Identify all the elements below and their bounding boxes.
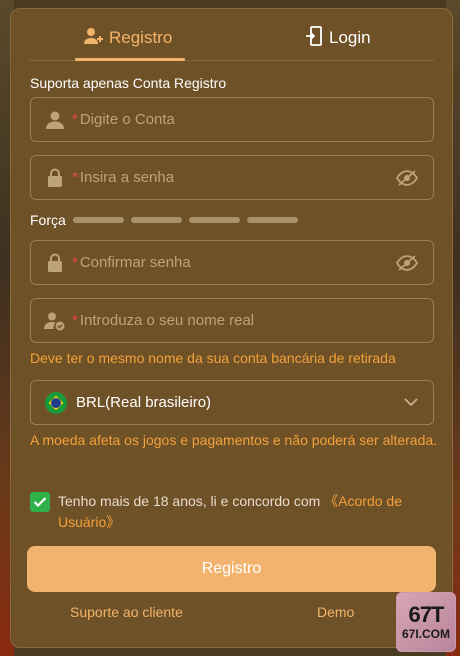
tab-login-label: Login [329, 28, 371, 47]
account-input[interactable] [77, 98, 433, 141]
chevron-down-icon [403, 395, 419, 411]
confirm-password-field[interactable]: * [30, 240, 434, 285]
strength-bar [73, 217, 124, 223]
badge-logo-text: 67T [408, 602, 445, 627]
site-logo-badge[interactable]: 67T 67I.COM [396, 592, 456, 652]
demo-link[interactable]: Demo [317, 604, 354, 620]
realname-field[interactable]: * [30, 298, 434, 343]
password-input[interactable] [77, 156, 394, 199]
currency-hint: A moeda afeta os jogos e pagamentos e nã… [30, 432, 438, 448]
tab-login[interactable]: Login [305, 23, 371, 53]
brazil-flag-icon [45, 391, 67, 414]
customer-support-link[interactable]: Suporte ao cliente [70, 604, 183, 620]
lock-icon [44, 167, 66, 189]
auth-tabs: Registro Login [29, 9, 434, 61]
strength-label: Força [30, 212, 66, 228]
strength-meter [73, 217, 298, 223]
strength-bar [189, 217, 240, 223]
eye-off-icon[interactable] [394, 167, 420, 189]
door-exit-icon [305, 25, 323, 51]
strength-bar [247, 217, 298, 223]
user-plus-icon [83, 26, 103, 51]
lock-icon [44, 252, 66, 274]
tab-register[interactable]: Registro [83, 23, 172, 53]
agree-checkbox[interactable] [30, 492, 50, 512]
eye-off-icon[interactable] [394, 252, 420, 274]
strength-bar [131, 217, 182, 223]
agreement-label: Tenho mais de 18 anos, li e concordo com [58, 493, 325, 509]
user-check-icon [44, 310, 66, 332]
register-submit-button[interactable]: Registro [27, 546, 436, 592]
agreement-row: Tenho mais de 18 anos, li e concordo com… [30, 491, 430, 533]
realname-input[interactable] [77, 299, 433, 342]
account-field[interactable]: * [30, 97, 434, 142]
tab-register-label: Registro [109, 28, 173, 47]
confirm-password-input[interactable] [77, 241, 394, 284]
badge-domain-text: 67I.COM [401, 627, 450, 641]
agreement-text: Tenho mais de 18 anos, li e concordo com… [58, 491, 430, 533]
section-label: Suporta apenas Conta Registro [30, 75, 227, 91]
currency-value: BRL(Real brasileiro) [76, 394, 212, 411]
currency-select[interactable]: BRL(Real brasileiro) [30, 380, 434, 425]
user-icon [44, 109, 66, 131]
password-field[interactable]: * [30, 155, 434, 200]
realname-hint: Deve ter o mesmo nome da sua conta bancá… [30, 350, 396, 366]
register-panel: Registro Login Suporta apenas Conta Regi… [10, 8, 453, 648]
active-tab-indicator [75, 58, 185, 61]
